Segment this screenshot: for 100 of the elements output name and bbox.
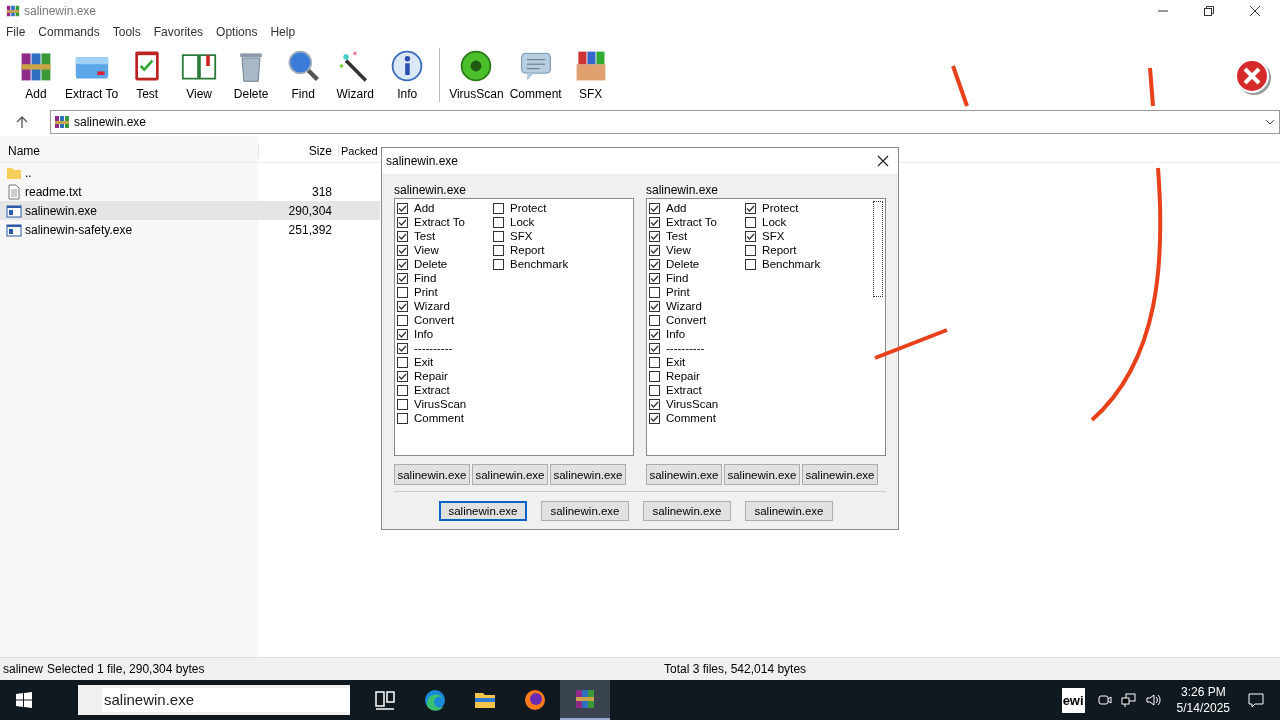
checkbox[interactable] [649, 300, 660, 312]
checkbox[interactable] [649, 216, 660, 228]
toolbar-button[interactable]: Wizard [329, 44, 382, 106]
toolbar-button[interactable]: Delete [225, 44, 278, 106]
panel-button[interactable]: salinewin.exe [724, 464, 800, 485]
menu-item[interactable]: File [6, 25, 26, 39]
checkbox[interactable] [649, 258, 660, 270]
column-header[interactable]: Size [258, 144, 338, 158]
checkbox[interactable] [493, 216, 504, 228]
checkbox[interactable] [649, 272, 660, 284]
checkbox[interactable] [397, 412, 408, 424]
notification-icon[interactable] [1248, 692, 1264, 708]
checkbox[interactable] [649, 202, 660, 214]
checkbox[interactable] [397, 258, 408, 270]
dialog-title: salinewin.exe [386, 154, 459, 168]
checkbox-label: Print [666, 286, 690, 298]
start-icon[interactable] [16, 692, 32, 708]
tray-label[interactable]: ewi [1061, 687, 1085, 713]
checkbox[interactable] [397, 286, 408, 298]
checkbox[interactable] [649, 286, 660, 298]
checkbox-label: VirusScan [666, 398, 719, 410]
toolbar-button[interactable]: Comment [506, 44, 565, 106]
checkbox[interactable] [745, 202, 756, 214]
panel-button[interactable]: salinewin.exe [550, 464, 626, 485]
toolbar-button[interactable]: Info [381, 44, 434, 106]
close-icon[interactable] [877, 155, 889, 167]
volume-icon[interactable] [1144, 692, 1161, 708]
checkbox[interactable] [493, 258, 504, 270]
checkbox-label: SFX [762, 230, 785, 242]
checkbox[interactable] [397, 272, 408, 284]
address-field[interactable]: salinewin.exe [50, 110, 1280, 134]
checkbox[interactable] [397, 314, 408, 326]
checkbox[interactable] [397, 328, 408, 340]
meet-icon[interactable] [1096, 692, 1113, 708]
checkbox[interactable] [397, 216, 408, 228]
network-icon[interactable] [1120, 692, 1137, 708]
menu-item[interactable]: Commands [38, 25, 100, 39]
search-field[interactable]: salinewin.exe [78, 685, 350, 715]
checkbox[interactable] [649, 398, 660, 410]
checkbox[interactable] [397, 342, 408, 354]
dialog-button[interactable]: salinewin.exe [745, 501, 833, 521]
checkbox[interactable] [649, 356, 660, 368]
checkbox[interactable] [649, 342, 660, 354]
checkbox[interactable] [649, 314, 660, 326]
checkbox[interactable] [397, 244, 408, 256]
checkbox[interactable] [397, 202, 408, 214]
file-row[interactable]: .. [0, 163, 380, 182]
checkbox[interactable] [649, 370, 660, 382]
checkbox[interactable] [649, 244, 660, 256]
toolbar-button[interactable]: Test [121, 44, 174, 106]
checkbox-label: Add [666, 202, 687, 214]
file-name: readme.txt [25, 184, 82, 199]
checkbox-label: Benchmark [510, 258, 569, 270]
checkbox[interactable] [493, 230, 504, 242]
column-header[interactable]: Name [0, 144, 258, 158]
column-header[interactable]: Packed [338, 145, 380, 157]
file-row[interactable]: salinewin-safety.exe 251,392 [0, 220, 380, 239]
checkbox[interactable] [397, 398, 408, 410]
up-arrow-icon[interactable] [16, 116, 28, 128]
checkbox[interactable] [745, 258, 756, 270]
file-name: salinewin.exe [25, 203, 98, 218]
checkbox[interactable] [397, 300, 408, 312]
close-icon[interactable] [1250, 6, 1260, 16]
panel-button[interactable]: salinewin.exe [646, 464, 722, 485]
file-row[interactable]: readme.txt 318 [0, 182, 380, 201]
file-row[interactable]: salinewin.exe 290,304 [0, 201, 380, 220]
clock-date[interactable]: 5/14/2025 [1176, 701, 1230, 715]
checkbox-label: Print [414, 286, 438, 298]
menu-item[interactable]: Help [270, 25, 296, 39]
toolbar-button[interactable]: VirusScan [446, 44, 507, 106]
panel-button[interactable]: salinewin.exe [394, 464, 470, 485]
checkbox[interactable] [649, 384, 660, 396]
checkbox[interactable] [493, 244, 504, 256]
toolbar-button[interactable]: Find [277, 44, 330, 106]
checkbox[interactable] [649, 230, 660, 242]
toolbar-button[interactable]: SFX [564, 44, 617, 106]
clock-time[interactable]: 3:26 PM [1180, 685, 1226, 699]
toolbar-button[interactable]: Add [10, 44, 62, 106]
caret-icon[interactable] [1265, 119, 1275, 125]
checkbox[interactable] [649, 412, 660, 424]
checkbox[interactable] [397, 230, 408, 242]
panel-button[interactable]: salinewin.exe [802, 464, 878, 485]
dialog-button[interactable]: salinewin.exe [541, 501, 629, 521]
menu-item[interactable]: Tools [112, 25, 141, 39]
panel-button[interactable]: salinewin.exe [472, 464, 548, 485]
checkbox[interactable] [649, 328, 660, 340]
menu-item[interactable]: Options [216, 25, 258, 39]
toolbar-button[interactable]: View [173, 44, 226, 106]
menu-item[interactable]: Favorites [153, 25, 204, 39]
toolbar-button[interactable]: Extract To [62, 44, 122, 106]
checkbox[interactable] [745, 216, 756, 228]
checkbox[interactable] [493, 202, 504, 214]
dialog-button[interactable]: salinewin.exe [439, 501, 527, 521]
dialog-button[interactable]: salinewin.exe [643, 501, 731, 521]
checkbox[interactable] [397, 370, 408, 382]
checkbox[interactable] [745, 244, 756, 256]
checkbox[interactable] [745, 230, 756, 242]
checkbox[interactable] [397, 384, 408, 396]
restore-icon[interactable] [1204, 6, 1214, 16]
checkbox[interactable] [397, 356, 408, 368]
